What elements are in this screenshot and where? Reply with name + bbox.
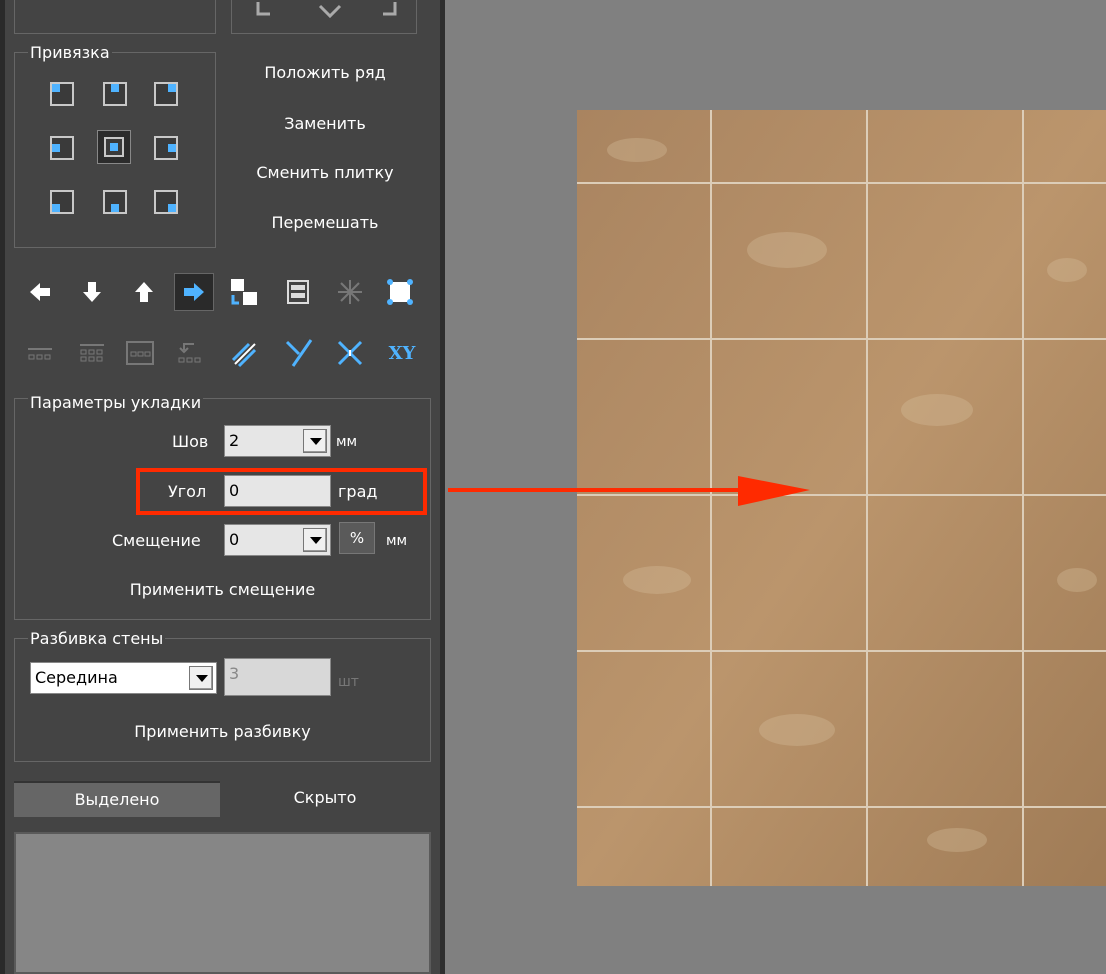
top-box-left <box>14 0 216 34</box>
wall-split-count-input[interactable]: 3 <box>224 658 331 696</box>
tab-hidden[interactable]: Скрыто <box>222 781 428 817</box>
offset-unit: мм <box>386 533 408 549</box>
grid-layout-icon[interactable] <box>76 337 108 369</box>
layout-params-title: Параметры укладки <box>28 393 204 412</box>
snap-middle-right[interactable] <box>154 136 178 160</box>
seam-label: Шов <box>172 432 209 451</box>
highlight-box <box>136 468 427 515</box>
undo-layout-icon[interactable] <box>174 337 206 369</box>
y-split-icon[interactable] <box>282 337 314 369</box>
tab-selected-label: Выделено <box>74 790 160 809</box>
arrow-down-icon[interactable] <box>76 276 108 308</box>
seam-unit: мм <box>336 434 358 450</box>
swap-tiles-icon[interactable] <box>228 276 260 308</box>
lay-row-button[interactable]: Положить ряд <box>232 63 418 82</box>
offset-percent-label: % <box>349 529 365 547</box>
cross-icon[interactable] <box>334 337 366 369</box>
xy-label: XY <box>388 342 416 364</box>
snap-top-center[interactable] <box>103 82 127 106</box>
offset-select[interactable]: 0 <box>224 524 331 556</box>
puzzle-tile-icon[interactable] <box>384 276 416 308</box>
seam-select[interactable]: 2 <box>224 425 331 457</box>
wall-split-count-unit: шт <box>338 674 359 690</box>
snap-bottom-center[interactable] <box>103 190 127 214</box>
annotation-arrow <box>448 476 810 506</box>
top-icons[interactable] <box>250 0 410 19</box>
offset-percent-button[interactable]: % <box>339 522 375 554</box>
wall-split-title: Разбивка стены <box>28 629 166 648</box>
arrow-up-icon[interactable] <box>128 276 160 308</box>
tab-hidden-label: Скрыто <box>293 788 357 807</box>
object-list[interactable] <box>14 832 431 974</box>
top-cutoff-icons <box>256 2 397 19</box>
snap-center[interactable] <box>97 130 131 164</box>
snowflake-icon[interactable] <box>334 276 366 308</box>
wall-split-count-value: 3 <box>229 664 240 683</box>
xy-icon[interactable]: XY <box>386 337 418 369</box>
diagonal-lines-icon[interactable] <box>228 337 260 369</box>
shuffle-button[interactable]: Перемешать <box>232 213 418 232</box>
stack-tiles-icon[interactable] <box>282 276 314 308</box>
snap-bottom-right[interactable] <box>154 190 178 214</box>
wall-split-mode-select[interactable]: Середина <box>30 662 217 694</box>
wall-split-mode-value: Середина <box>35 668 118 687</box>
offset-label: Смещение <box>112 531 201 550</box>
snap-bottom-left[interactable] <box>50 190 74 214</box>
snap-top-right[interactable] <box>154 82 178 106</box>
snap-title: Привязка <box>28 43 112 62</box>
chevron-down-icon[interactable] <box>303 528 327 552</box>
frame-layout-icon[interactable] <box>124 337 156 369</box>
change-tile-button[interactable]: Сменить плитку <box>232 163 418 182</box>
tab-selected[interactable]: Выделено <box>14 781 220 817</box>
chevron-down-icon[interactable] <box>189 666 213 690</box>
offset-value: 0 <box>229 530 240 549</box>
arrow-left-icon[interactable] <box>24 276 56 308</box>
apply-offset-button[interactable]: Применить смещение <box>14 580 431 599</box>
snap-middle-left[interactable] <box>50 136 74 160</box>
replace-button[interactable]: Заменить <box>232 114 418 133</box>
row-layout-icon[interactable] <box>24 337 56 369</box>
apply-split-button[interactable]: Применить разбивку <box>14 722 431 741</box>
wall-split-group <box>14 638 431 762</box>
snap-top-left[interactable] <box>50 82 74 106</box>
arrow-right-icon[interactable] <box>174 273 214 311</box>
seam-value: 2 <box>229 431 240 450</box>
chevron-down-icon[interactable] <box>303 429 327 453</box>
